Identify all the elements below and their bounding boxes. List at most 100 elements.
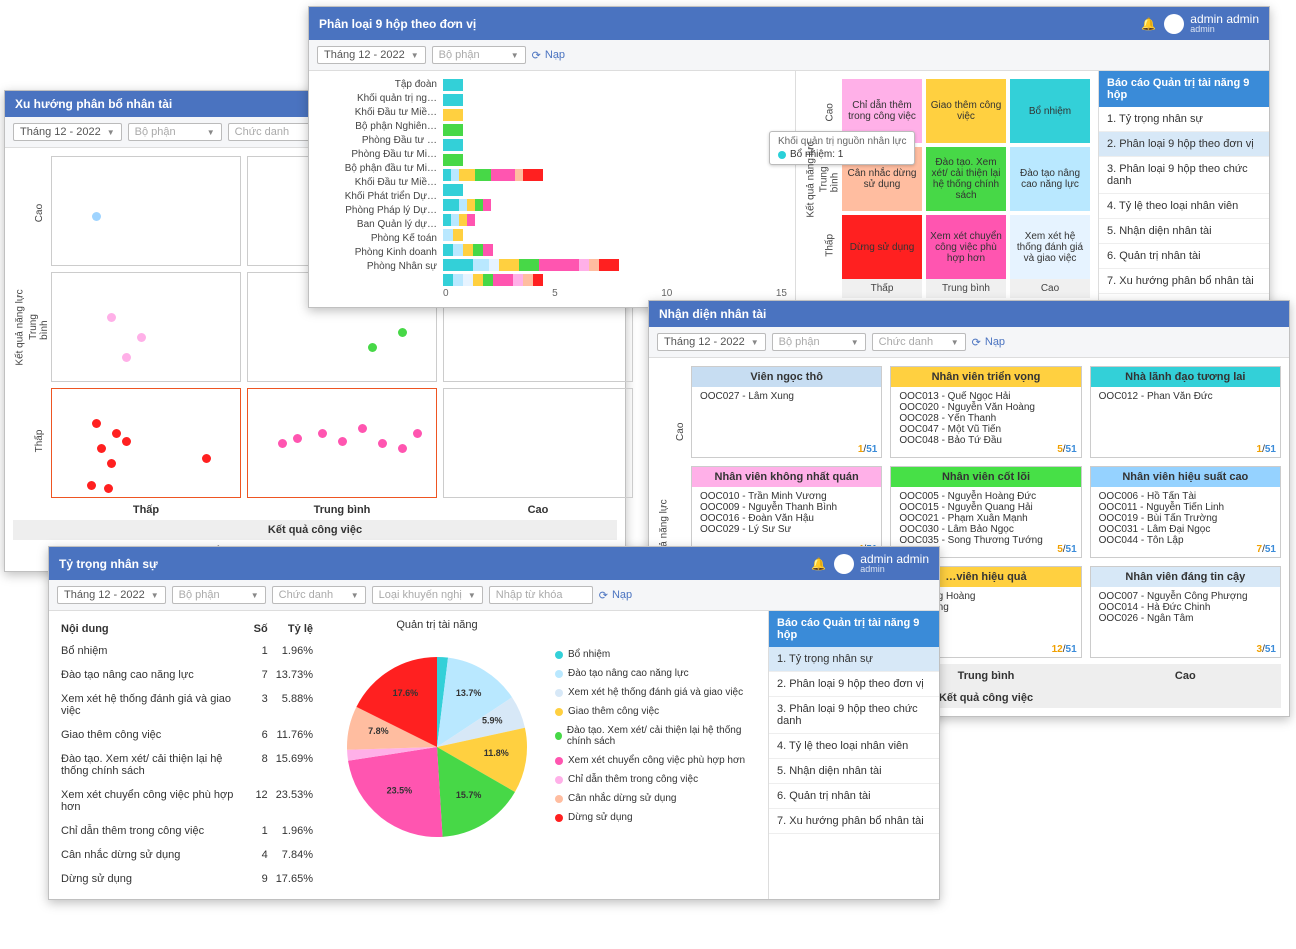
dept-select[interactable]: Bộ phận▼ <box>772 333 866 351</box>
reload-button[interactable]: ⟳Nạp <box>972 336 1005 349</box>
bar-segment[interactable] <box>453 274 463 286</box>
bar-segment[interactable] <box>483 244 493 256</box>
bell-icon[interactable]: 🔔 <box>1141 17 1156 31</box>
bar-segment[interactable] <box>483 274 493 286</box>
legend-item[interactable]: Xem xét hệ thống đánh giá và giao việc <box>555 687 760 698</box>
bar-segment[interactable] <box>499 259 519 271</box>
legend-item[interactable]: Xem xét chuyển công việc phù hợp hơn <box>555 755 760 766</box>
bar-segment[interactable] <box>443 214 451 226</box>
bar-segment[interactable] <box>463 274 473 286</box>
talent-cell[interactable]: Viên ngọc thôOOC027 - Lâm Xung1/51 <box>691 366 882 458</box>
bar-segment[interactable] <box>443 124 463 136</box>
bar-segment[interactable] <box>513 274 523 286</box>
person-row[interactable]: OOC048 - Bảo Tứ Đầu <box>899 435 1072 446</box>
bar-segment[interactable] <box>443 184 463 196</box>
bar-segment[interactable] <box>451 169 459 181</box>
sidebar-item[interactable]: 7. Xu hướng phân bổ nhân tài <box>1099 269 1269 294</box>
sidebar-item[interactable]: 4. Tỷ lệ theo loại nhân viên <box>769 734 939 759</box>
scatter-cell[interactable] <box>51 388 241 498</box>
bar-segment[interactable] <box>519 259 539 271</box>
person-row[interactable]: OOC014 - Hà Đức Chinh <box>1099 602 1272 613</box>
person-row[interactable]: OOC044 - Tôn Lập <box>1099 535 1272 546</box>
legend-item[interactable]: Đào tạo. Xem xét/ cải thiện lại hệ thống… <box>555 725 760 747</box>
data-point[interactable] <box>107 459 116 468</box>
bar-segment[interactable] <box>515 169 523 181</box>
person-row[interactable]: OOC015 - Nguyễn Quang Hải <box>899 502 1072 513</box>
dept-select[interactable]: Bộ phận▼ <box>432 46 526 64</box>
bar-segment[interactable] <box>451 214 459 226</box>
bar-segment[interactable] <box>443 169 451 181</box>
bar-segment[interactable] <box>491 169 515 181</box>
bar-segment[interactable] <box>483 199 491 211</box>
data-point[interactable] <box>338 437 347 446</box>
bar-segment[interactable] <box>453 244 463 256</box>
sidebar-item[interactable]: 5. Nhận diện nhân tài <box>1099 219 1269 244</box>
sidebar-item[interactable]: 1. Tỷ trọng nhân sự <box>1099 107 1269 132</box>
nine-cell[interactable]: Giao thêm công việc <box>926 79 1006 143</box>
bar-segment[interactable] <box>443 274 453 286</box>
data-point[interactable] <box>122 353 131 362</box>
title-select[interactable]: Chức danh▼ <box>272 586 366 604</box>
month-select[interactable]: Tháng 12 - 2022▼ <box>57 586 166 604</box>
bar-segment[interactable] <box>459 169 475 181</box>
title-select[interactable]: Chức danh▼ <box>872 333 966 351</box>
sidebar-item[interactable]: 3. Phân loại 9 hộp theo chức danh <box>769 697 939 734</box>
user-block[interactable]: admin adminadmin <box>834 553 929 574</box>
person-row[interactable]: OOC012 - Phan Văn Đức <box>1099 391 1272 402</box>
person-row[interactable]: OOC047 - Một Vũ Tiến <box>899 424 1072 435</box>
person-row[interactable]: OOC031 - Lâm Đại Ngọc <box>1099 524 1272 535</box>
sidebar-item[interactable]: 4. Tỷ lệ theo loại nhân viên <box>1099 194 1269 219</box>
person-row[interactable]: OOC010 - Trần Minh Vương <box>700 491 873 502</box>
table-row[interactable]: Đào tạo nâng cao năng lực713.73% <box>57 663 317 687</box>
legend-item[interactable]: Đào tạo nâng cao năng lực <box>555 668 760 679</box>
bar-segment[interactable] <box>475 169 491 181</box>
month-select[interactable]: Tháng 12 - 2022▼ <box>317 46 426 64</box>
talent-cell[interactable]: Nhân viên cốt lõiOOC005 - Nguyễn Hoàng Đ… <box>890 466 1081 558</box>
data-point[interactable] <box>107 313 116 322</box>
sidebar-item[interactable]: 6. Quản trị nhân tài <box>1099 244 1269 269</box>
person-row[interactable]: OOC009 - Nguyễn Thanh Bình <box>700 502 873 513</box>
dept-select[interactable]: Bộ phận▼ <box>128 123 222 141</box>
data-point[interactable] <box>318 429 327 438</box>
data-point[interactable] <box>202 454 211 463</box>
reload-button[interactable]: ⟳Nạp <box>532 49 565 62</box>
person-row[interactable]: OOC030 - Lâm Bảo Ngọc <box>899 524 1072 535</box>
table-row[interactable]: Giao thêm công việc611.76% <box>57 723 317 747</box>
bell-icon[interactable]: 🔔 <box>811 557 826 571</box>
data-point[interactable] <box>137 333 146 342</box>
sidebar-item[interactable]: 2. Phân loại 9 hộp theo đơn vị <box>769 672 939 697</box>
bar-segment[interactable] <box>443 109 463 121</box>
data-point[interactable] <box>398 444 407 453</box>
dept-select[interactable]: Bộ phận▼ <box>172 586 266 604</box>
sidebar-item[interactable]: 7. Xu hướng phân bổ nhân tài <box>769 809 939 834</box>
bar-segment[interactable] <box>523 169 543 181</box>
legend-item[interactable]: Cân nhắc dừng sử dụng <box>555 793 760 804</box>
legend-item[interactable]: Dừng sử dụng <box>555 812 760 823</box>
rec-select[interactable]: Loại khuyến nghị▼ <box>372 586 483 604</box>
table-row[interactable]: Xem xét hệ thống đánh giá và giao việc35… <box>57 687 317 723</box>
bar-segment[interactable] <box>453 229 463 241</box>
bar-segment[interactable] <box>459 214 467 226</box>
person-row[interactable]: OOC035 - Song Thương Tướng <box>899 535 1072 546</box>
table-row[interactable]: Bổ nhiệm11.96% <box>57 639 317 663</box>
data-point[interactable] <box>378 439 387 448</box>
bar-segment[interactable] <box>599 259 619 271</box>
scatter-cell[interactable] <box>51 156 241 266</box>
person-row[interactable]: OOC020 - Nguyễn Văn Hoàng <box>899 402 1072 413</box>
data-point[interactable] <box>368 343 377 352</box>
talent-cell[interactable]: Nhân viên không nhất quánOOC010 - Trần M… <box>691 466 882 558</box>
bar-segment[interactable] <box>443 259 473 271</box>
month-select[interactable]: Tháng 12 - 2022▼ <box>13 123 122 141</box>
person-row[interactable]: OOC013 - Quế Ngọc Hải <box>899 391 1072 402</box>
person-row[interactable]: OOC028 - Yến Thanh <box>899 413 1072 424</box>
data-point[interactable] <box>413 429 422 438</box>
user-block[interactable]: admin adminadmin <box>1164 13 1259 34</box>
person-row[interactable]: OOC005 - Nguyễn Hoàng Đức <box>899 491 1072 502</box>
bar-segment[interactable] <box>475 199 483 211</box>
bar-segment[interactable] <box>579 259 589 271</box>
bar-segment[interactable] <box>473 274 483 286</box>
data-point[interactable] <box>278 439 287 448</box>
bar-segment[interactable] <box>443 79 463 91</box>
keyword-input[interactable]: Nhập từ khóa <box>489 586 593 604</box>
bar-segment[interactable] <box>443 154 463 166</box>
